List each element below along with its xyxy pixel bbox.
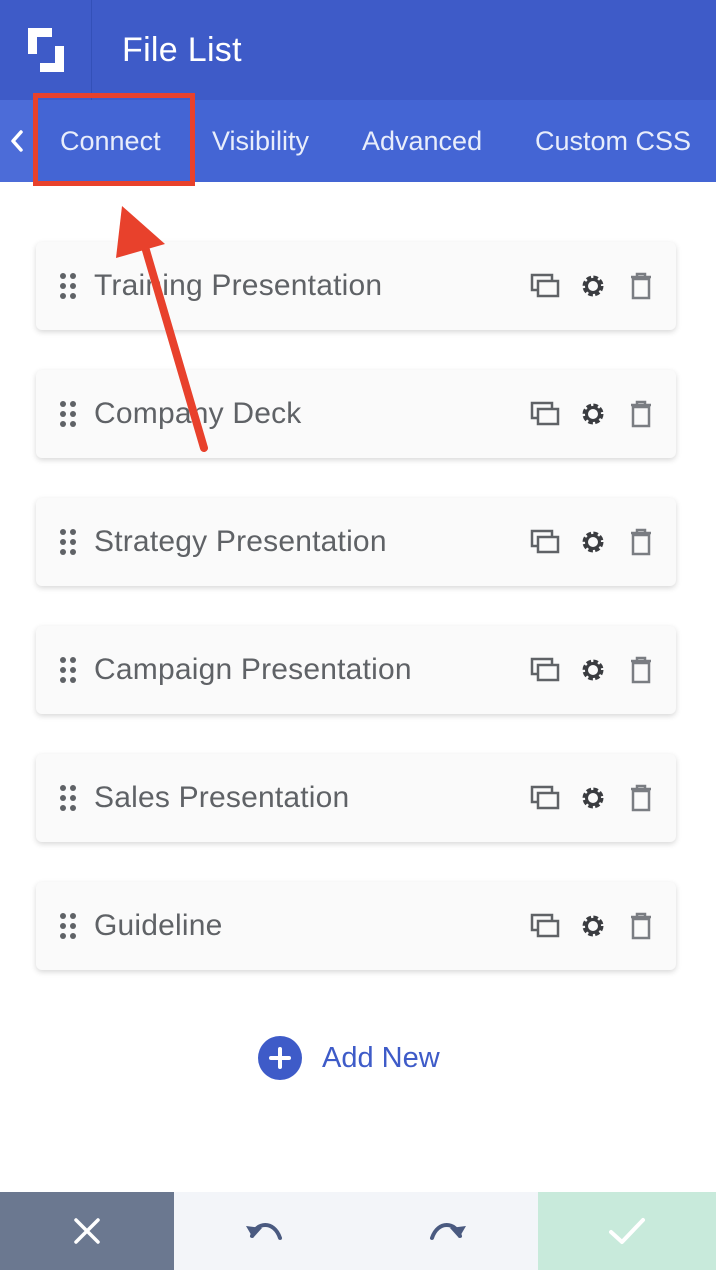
item-label: Sales Presentation — [94, 781, 350, 814]
add-new-label: Add New — [322, 1041, 440, 1074]
redo-icon — [430, 1222, 466, 1240]
undo-button[interactable] — [244, 1214, 286, 1249]
bottom-toolbar — [0, 1192, 716, 1270]
undo-icon — [246, 1222, 282, 1240]
list-item[interactable]: Strategy Presentation — [36, 498, 676, 586]
drag-handle-icon[interactable] — [36, 242, 94, 330]
duplicate-icon[interactable] — [528, 653, 562, 687]
drag-handle-icon[interactable] — [36, 754, 94, 842]
plus-icon — [258, 1036, 302, 1080]
gear-icon[interactable] — [576, 269, 610, 303]
drag-handle-icon[interactable] — [36, 626, 94, 714]
check-icon — [609, 1218, 645, 1244]
close-button[interactable] — [0, 1192, 174, 1270]
trash-icon[interactable] — [624, 269, 658, 303]
panel-title: File List — [122, 30, 242, 69]
list-item[interactable]: Guideline — [36, 882, 676, 970]
gear-icon[interactable] — [576, 525, 610, 559]
tab-bar: Connect Visibility Advanced Custom CSS — [0, 100, 716, 182]
duplicate-icon[interactable] — [528, 781, 562, 815]
tab-advanced[interactable]: Advanced — [362, 126, 482, 157]
trash-icon[interactable] — [624, 781, 658, 815]
trash-icon[interactable] — [624, 525, 658, 559]
gear-icon[interactable] — [576, 653, 610, 687]
tabs-scroll-left-button[interactable] — [0, 100, 34, 182]
list-item[interactable]: Company Deck — [36, 370, 676, 458]
duplicate-icon[interactable] — [528, 525, 562, 559]
logo[interactable] — [0, 0, 92, 100]
confirm-button[interactable] — [538, 1192, 716, 1270]
drag-handle-icon[interactable] — [36, 370, 94, 458]
duplicate-icon[interactable] — [528, 397, 562, 431]
trash-icon[interactable] — [624, 909, 658, 943]
logo-icon — [27, 28, 64, 72]
tab-custom-css[interactable]: Custom CSS — [535, 126, 691, 157]
trash-icon[interactable] — [624, 397, 658, 431]
close-icon — [74, 1218, 100, 1244]
add-new-button[interactable]: Add New — [258, 1036, 440, 1080]
redo-button[interactable] — [426, 1214, 468, 1249]
list-item[interactable]: Campaign Presentation — [36, 626, 676, 714]
drag-handle-icon[interactable] — [36, 498, 94, 586]
gear-icon[interactable] — [576, 909, 610, 943]
panel-header: File List — [0, 0, 716, 100]
trash-icon[interactable] — [624, 653, 658, 687]
drag-handle-icon[interactable] — [36, 882, 94, 970]
item-label: Campaign Presentation — [94, 653, 412, 686]
item-label: Guideline — [94, 909, 223, 942]
list-item[interactable]: Training Presentation — [36, 242, 676, 330]
duplicate-icon[interactable] — [528, 269, 562, 303]
file-list-panel: File List Connect Visibility Advanced Cu… — [0, 0, 716, 1270]
gear-icon[interactable] — [576, 781, 610, 815]
gear-icon[interactable] — [576, 397, 610, 431]
chevron-left-icon — [11, 130, 23, 152]
file-list: Training Presentation Company Deck Strat… — [36, 242, 676, 1010]
item-label: Strategy Presentation — [94, 525, 387, 558]
list-item[interactable]: Sales Presentation — [36, 754, 676, 842]
duplicate-icon[interactable] — [528, 909, 562, 943]
item-label: Training Presentation — [94, 269, 383, 302]
tab-visibility[interactable]: Visibility — [212, 126, 309, 157]
item-label: Company Deck — [94, 397, 302, 430]
tab-connect[interactable]: Connect — [60, 126, 161, 157]
